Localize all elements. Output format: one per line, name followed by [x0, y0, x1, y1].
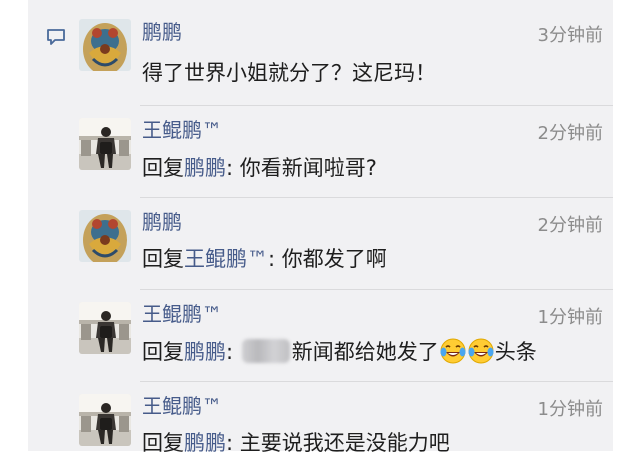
comment-item: 王鲲鹏™ 1分钟前 回复鹏鹏: 新闻都给她发了 头条: [0, 290, 613, 380]
comment-text: 回复鹏鹏: 你看新闻啦哥?: [142, 154, 377, 182]
commenter-name[interactable]: 王鲲鹏™: [142, 393, 222, 419]
comment-text: 得了世界小姐就分了？这尼玛！: [142, 61, 436, 85]
avatar[interactable]: [79, 118, 131, 170]
comment-item: 王鲲鹏™ 1分钟前 回复鹏鹏: 主要说我还是没能力吧: [0, 382, 613, 472]
reply-body: 新闻都给她发了: [291, 340, 439, 364]
commenter-name[interactable]: 王鲲鹏™: [142, 301, 222, 327]
comment-text: 回复鹏鹏: 主要说我还是没能力吧: [142, 429, 450, 457]
commenter-name[interactable]: 鹏鹏: [142, 209, 182, 235]
reply-prefix: 回复: [142, 431, 184, 455]
comment-time: 1分钟前: [537, 307, 603, 328]
comment-item: 鹏鹏 2分钟前 回复王鲲鹏™: 你都发了啊: [0, 198, 613, 288]
comment-time: 2分钟前: [537, 215, 603, 236]
tears-of-joy-emoji: [467, 338, 494, 364]
avatar[interactable]: [79, 302, 131, 354]
reply-colon: :: [226, 340, 240, 364]
reply-prefix: 回复: [142, 340, 184, 364]
comment-item: 王鲲鹏™ 2分钟前 回复鹏鹏: 你看新闻啦哥?: [0, 106, 613, 196]
comment-text: 回复鹏鹏: 新闻都给她发了 头条: [142, 338, 537, 366]
reply-prefix: 回复: [142, 156, 184, 180]
reply-body: : 你都发了啊: [268, 247, 387, 271]
reply-to-link[interactable]: 鹏鹏: [184, 156, 226, 180]
reply-tail: 头条: [494, 340, 537, 364]
comment-time: 2分钟前: [537, 123, 603, 144]
reply-to-link[interactable]: 王鲲鹏™: [184, 247, 268, 271]
commenter-name[interactable]: 王鲲鹏™: [142, 117, 222, 143]
comment-item: 鹏鹏 3分钟前 得了世界小姐就分了？这尼玛！: [0, 0, 613, 90]
comment-text: 回复王鲲鹏™: 你都发了啊: [142, 245, 387, 273]
tears-of-joy-emoji: [439, 338, 466, 364]
blurred-redaction: [241, 339, 290, 363]
reply-prefix: 回复: [142, 247, 184, 271]
reply-to-link[interactable]: 鹏鹏: [184, 340, 226, 364]
comment-time: 3分钟前: [537, 25, 603, 46]
comment-time: 1分钟前: [537, 399, 603, 420]
reply-to-link[interactable]: 鹏鹏: [184, 431, 226, 455]
avatar[interactable]: [79, 394, 131, 446]
avatar[interactable]: [79, 19, 131, 71]
commenter-name[interactable]: 鹏鹏: [142, 19, 182, 45]
avatar[interactable]: [79, 210, 131, 262]
reply-body: : 你看新闻啦哥?: [226, 156, 377, 180]
reply-body: : 主要说我还是没能力吧: [226, 431, 450, 455]
